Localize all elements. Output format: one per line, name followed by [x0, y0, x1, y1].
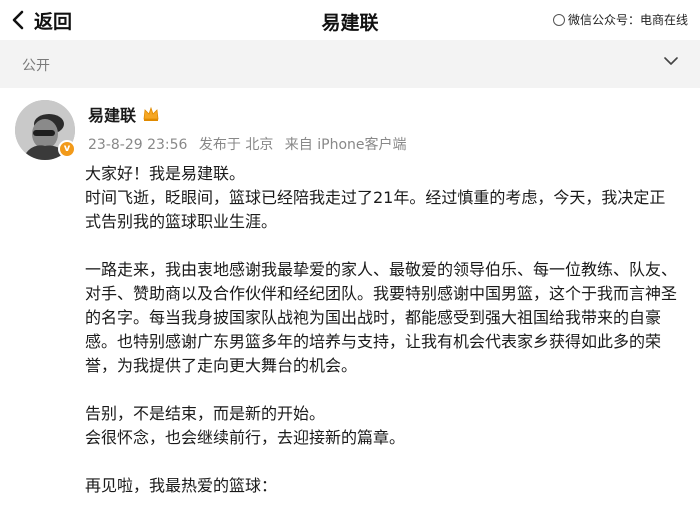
author-name[interactable]: 易建联 — [88, 102, 136, 126]
top-navigation-bar: 返回 易建联 微信公众号：电商在线 — [0, 0, 700, 40]
author-row: 易建联 — [88, 102, 160, 126]
post-body: 大家好！我是易建联。 时间飞逝，眨眼间，篮球已经陪我走过了21年。经过慎重的考虑… — [85, 162, 680, 498]
post-location: 发布于 北京 — [198, 137, 274, 153]
post-card: v 易建联 23-8-29 23:56 发布于 北京 来自 iPhone客户端 … — [0, 88, 700, 529]
post-line: 会很怀念，也会继续前行，去迎接新的篇章。 — [85, 428, 406, 447]
post-meta: 23-8-29 23:56 发布于 北京 来自 iPhone客户端 — [88, 134, 414, 154]
wechat-icon — [552, 13, 565, 26]
post-time: 23-8-29 23:56 — [88, 137, 188, 153]
crown-icon — [143, 106, 159, 121]
post-line: 时间飞逝，眨眼间，篮球已经陪我走过了21年。经过慎重的考虑，今天，我决定正式告别… — [85, 188, 666, 231]
watermark: 微信公众号：电商在线 — [552, 11, 688, 28]
visibility-filter-bar[interactable]: 公开 — [0, 40, 700, 88]
watermark-text: 微信公众号：电商在线 — [567, 13, 688, 27]
visibility-label: 公开 — [22, 58, 50, 74]
verified-badge-icon: v — [58, 140, 76, 158]
post-line: 告别，不是结束，而是新的开始。 — [85, 404, 326, 423]
post-line: 再见啦，我最热爱的篮球： — [85, 476, 278, 495]
post-source: 来自 iPhone客户端 — [284, 137, 407, 153]
post-line: 一路走来，我由衷地感谢我最挚爱的家人、最敬爱的领导伯乐、每一位教练、队友、对手、… — [85, 260, 678, 375]
post-line: 大家好！我是易建联。 — [85, 164, 246, 183]
chevron-down-icon[interactable] — [664, 56, 678, 66]
